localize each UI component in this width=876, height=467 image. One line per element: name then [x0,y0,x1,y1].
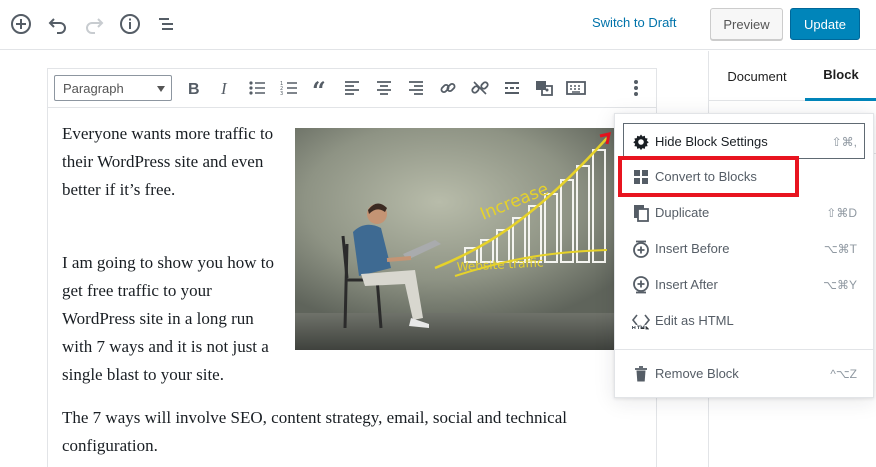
bullet-list-icon[interactable] [245,76,269,100]
hide-block-settings-item[interactable]: Hide Block Settings ⇧⌘, [623,123,865,159]
paragraph-1[interactable]: Everyone wants more traffic to their Wor… [62,120,277,204]
image-icon[interactable] [532,76,556,100]
block-settings-menu: Hide Block Settings ⇧⌘, Convert to Block… [614,113,874,398]
convert-to-blocks-item[interactable]: Convert to Blocks [615,159,873,195]
undo-icon[interactable] [45,11,71,37]
insert-before-shortcut: ⌥⌘T [823,242,857,256]
preview-button[interactable]: Preview [710,8,783,40]
html-icon [631,311,651,331]
read-more-icon[interactable] [500,76,524,100]
insert-after-icon [631,275,651,295]
edit-as-html-label: Edit as HTML [655,313,734,328]
tab-document[interactable]: Document [709,51,805,101]
hide-block-settings-shortcut: ⇧⌘, [831,135,857,149]
trash-icon [631,364,651,384]
block-type-select[interactable]: Paragraph [54,75,172,101]
hide-block-settings-label: Hide Block Settings [655,134,768,149]
align-right-icon[interactable] [404,76,428,100]
paragraph-2[interactable]: I am going to show you how to get free t… [62,249,287,389]
insert-after-item[interactable]: Insert After ⌥⌘Y [615,267,873,303]
convert-to-blocks-label: Convert to Blocks [655,169,757,184]
keyboard-icon[interactable] [564,76,588,100]
insert-after-label: Insert After [655,277,718,292]
editor-header: Switch to Draft Preview Update [0,0,876,50]
svg-text:“: “ [312,80,326,96]
block-toolbar: Paragraph B I 123 “ [47,68,657,108]
more-options-icon[interactable] [624,76,648,100]
outline-icon[interactable] [153,11,179,37]
align-left-icon[interactable] [340,76,364,100]
paragraph-3[interactable]: The 7 ways will involve SEO, content str… [62,404,642,460]
insert-before-item[interactable]: Insert Before ⌥⌘T [615,231,873,267]
switch-to-draft-link[interactable]: Switch to Draft [592,15,677,30]
svg-text:3: 3 [280,91,283,96]
italic-icon[interactable]: I [213,76,237,100]
grid-icon [631,167,651,187]
duplicate-item[interactable]: Duplicate ⇧⌘D [615,195,873,231]
svg-text:B: B [188,81,200,96]
insert-before-label: Insert Before [655,241,730,256]
remove-block-item[interactable]: Remove Block ^⌥Z [615,356,873,392]
duplicate-shortcut: ⇧⌘D [826,206,857,220]
insert-before-icon [631,239,651,259]
remove-block-label: Remove Block [655,366,739,381]
align-center-icon[interactable] [372,76,396,100]
info-icon[interactable] [117,11,143,37]
tab-block[interactable]: Block [805,51,876,101]
quote-icon[interactable]: “ [309,76,333,100]
remove-block-shortcut: ^⌥Z [830,367,857,381]
bold-icon[interactable]: B [181,76,205,100]
link-icon[interactable] [436,76,460,100]
duplicate-label: Duplicate [655,205,710,220]
update-button[interactable]: Update [790,8,860,40]
gear-icon [631,132,651,152]
add-block-icon[interactable] [8,11,34,37]
unlink-icon[interactable] [468,76,492,100]
block-type-label: Paragraph [63,80,124,96]
redo-icon[interactable] [81,11,107,37]
svg-text:I: I [220,80,228,96]
sidebar-tabs: Document Block [709,51,876,101]
edit-as-html-item[interactable]: Edit as HTML [615,303,873,339]
numbered-list-icon[interactable]: 123 [277,76,301,100]
insert-after-shortcut: ⌥⌘Y [823,278,857,292]
post-image[interactable]: Increase Website traffic [295,128,615,350]
duplicate-icon [631,203,651,223]
menu-divider [615,349,873,350]
chevron-down-icon [157,86,165,92]
